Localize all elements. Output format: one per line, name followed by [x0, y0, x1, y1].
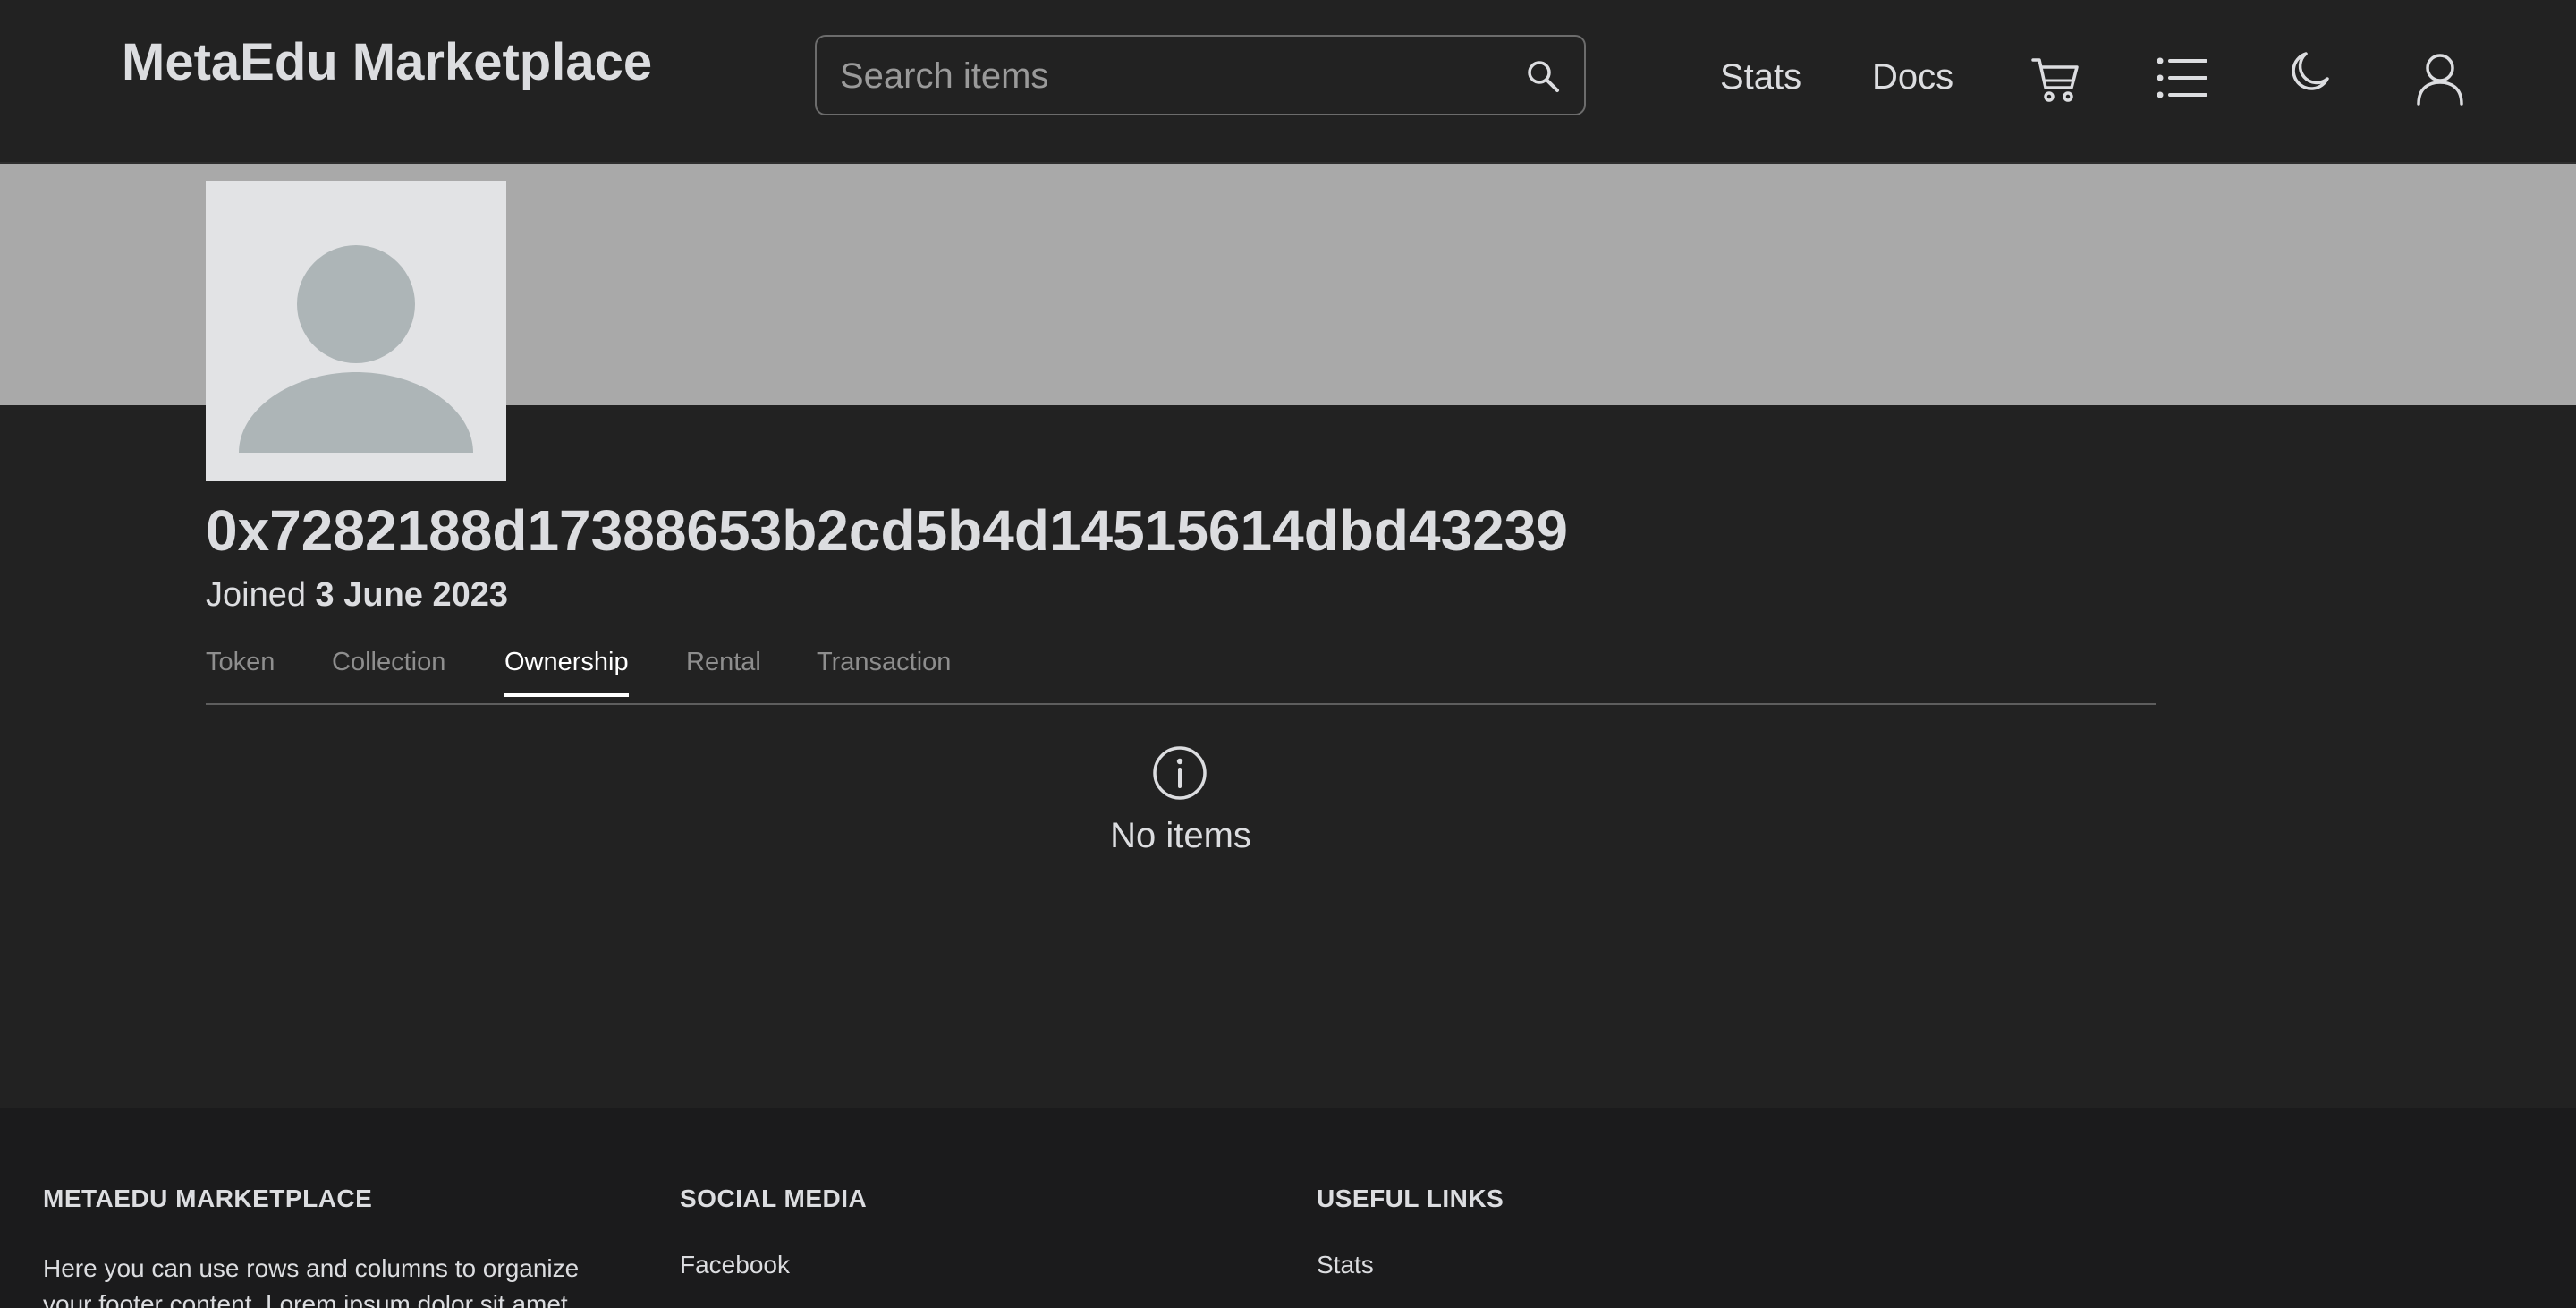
navbar: MetaEdu Marketplace Stats Docs [0, 0, 2576, 164]
tab-token[interactable]: Token [206, 648, 275, 693]
footer-social-heading: SOCIAL MEDIA [680, 1185, 868, 1212]
wallet-address: 0x7282188d17388653b2cd5b4d14515614dbd432… [206, 498, 1568, 563]
footer-social: SOCIAL MEDIA Facebook [680, 1185, 867, 1279]
footer-link-facebook[interactable]: Facebook [680, 1251, 867, 1279]
tab-ownership[interactable]: Ownership [504, 648, 629, 697]
empty-state-text: No items [1110, 816, 1251, 855]
brand-logo[interactable]: MetaEdu Marketplace [122, 32, 652, 92]
footer-about: METAEDU MARKETPLACE Here you can use row… [43, 1185, 615, 1308]
profile-tabs: Token Collection Ownership Rental Transa… [206, 626, 2156, 705]
user-icon[interactable] [2415, 52, 2465, 106]
footer-about-heading: METAEDU MARKETPLACE [43, 1185, 373, 1212]
search-icon[interactable] [1525, 58, 1561, 94]
nav-link-docs[interactable]: Docs [1872, 57, 1953, 98]
tab-transaction[interactable]: Transaction [817, 648, 951, 693]
cart-icon[interactable] [2030, 55, 2080, 104]
info-icon [1153, 746, 1207, 800]
nav-link-stats[interactable]: Stats [1720, 57, 1801, 98]
list-icon[interactable] [2156, 55, 2207, 100]
avatar [206, 181, 506, 481]
moon-icon[interactable] [2290, 50, 2331, 93]
footer-about-text: Here you can use rows and columns to org… [43, 1254, 580, 1308]
footer-link-stats[interactable]: Stats [1317, 1251, 1504, 1279]
tab-collection[interactable]: Collection [332, 648, 445, 693]
footer-useful: USEFUL LINKS Stats [1317, 1185, 1504, 1279]
joined-info: Joined 3 June 2023 [206, 576, 508, 615]
joined-date: 3 June 2023 [315, 576, 509, 614]
joined-label: Joined [206, 576, 306, 614]
tab-rental[interactable]: Rental [686, 648, 761, 693]
user-placeholder-icon [239, 245, 473, 453]
search-box[interactable] [815, 35, 1586, 115]
search-input[interactable] [838, 37, 1521, 115]
footer: METAEDU MARKETPLACE Here you can use row… [0, 1108, 2576, 1308]
footer-useful-heading: USEFUL LINKS [1317, 1185, 1504, 1212]
